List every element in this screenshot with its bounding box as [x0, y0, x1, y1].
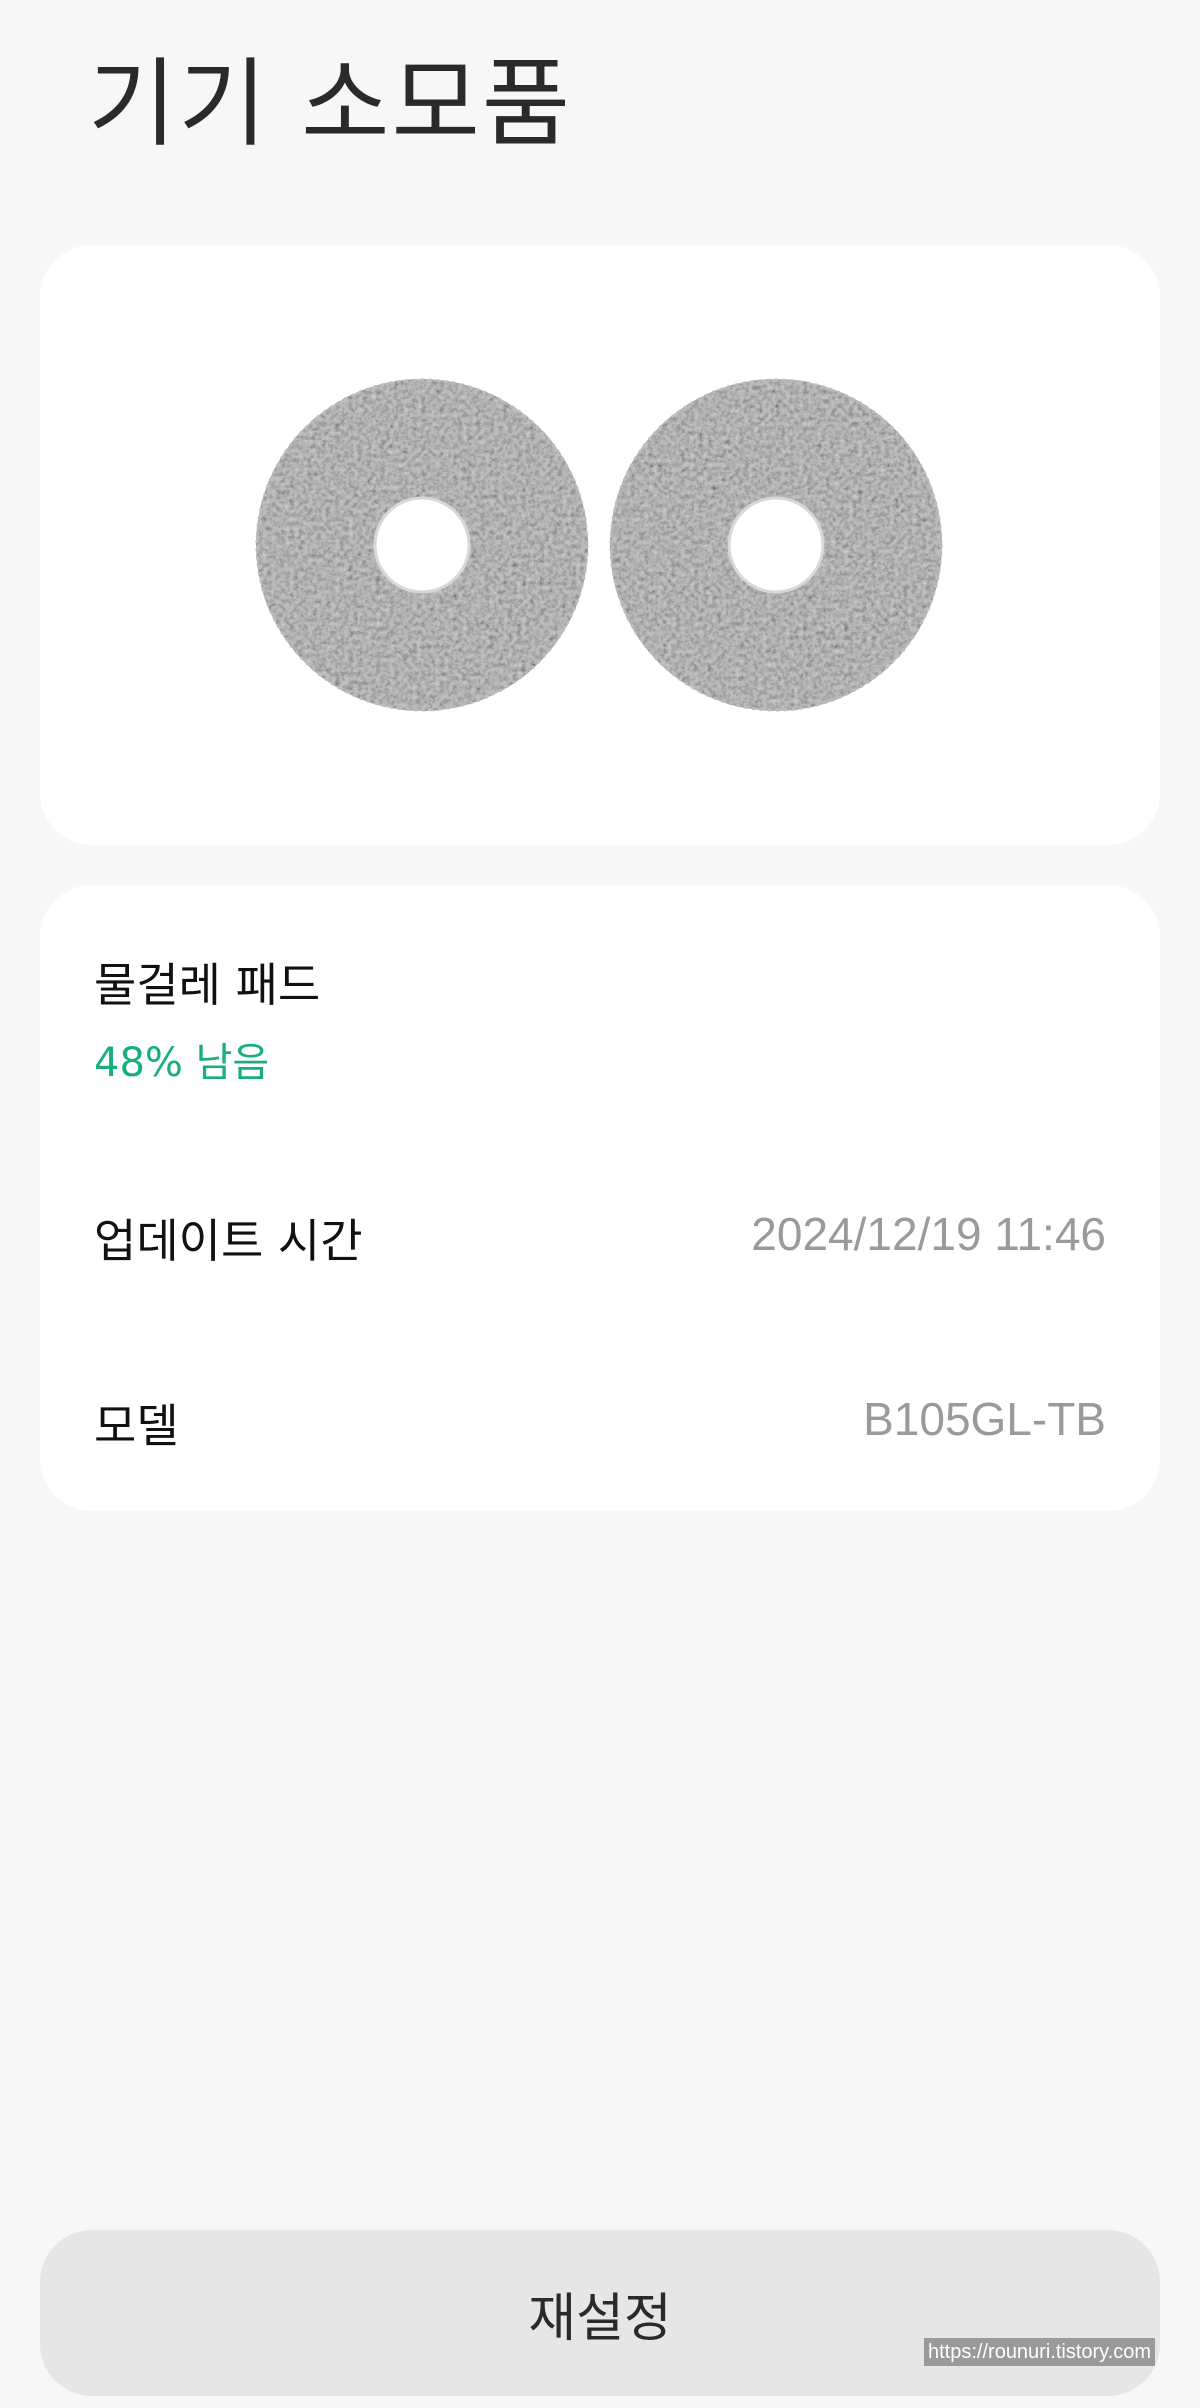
update-time-value: 2024/12/19 11:46	[751, 1208, 1106, 1260]
model-label: 모델	[94, 1399, 179, 1453]
mop-pads-image	[240, 365, 964, 735]
product-image-card	[40, 245, 1160, 845]
update-time-label: 업데이트 시간	[94, 1214, 363, 1268]
model-value: B105GL-TB	[863, 1393, 1106, 1445]
mop-pad-left	[240, 365, 610, 735]
consumable-name: 물걸레 패드	[94, 958, 321, 1012]
reset-button-label: 재설정	[528, 2288, 672, 2349]
mop-pad-right	[594, 365, 964, 735]
remaining-status: 48% 남음	[94, 1040, 270, 1086]
consumable-info-card: 물걸레 패드 48% 남음 업데이트 시간 2024/12/19 11:46 모…	[40, 885, 1160, 1511]
reset-button[interactable]: 재설정	[40, 2230, 1160, 2396]
page-title: 기기 소모품	[88, 48, 573, 160]
watermark: https://rounuri.tistory.com	[924, 2338, 1156, 2366]
